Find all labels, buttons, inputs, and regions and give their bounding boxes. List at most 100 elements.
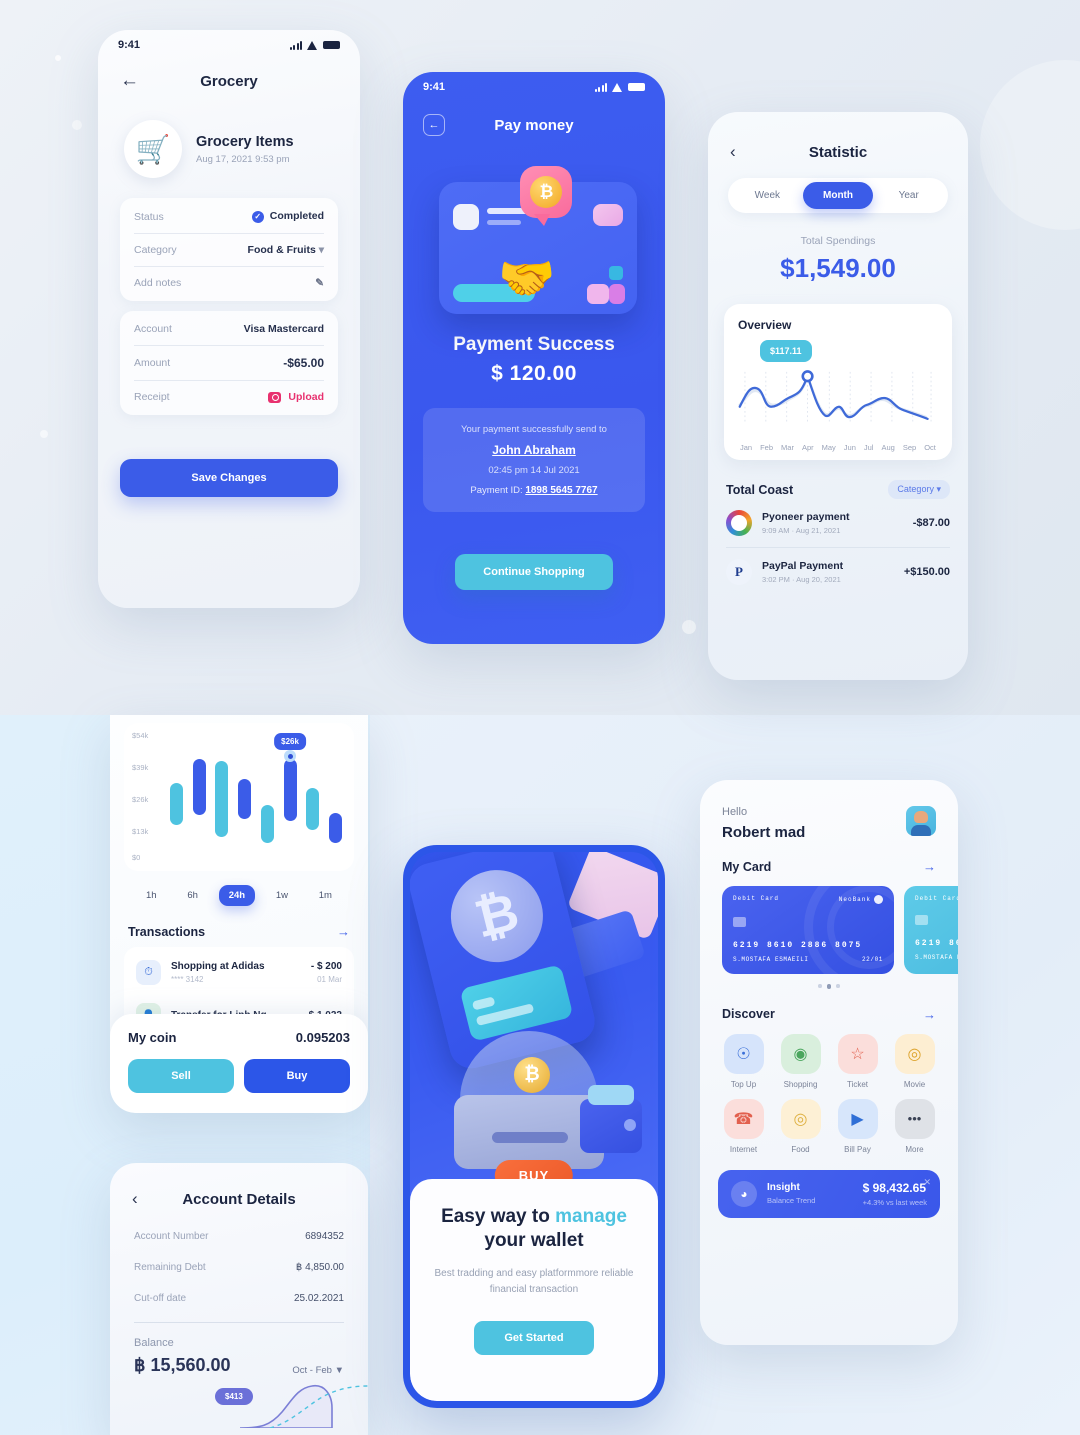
chevron-down-icon: ▾: [318, 244, 324, 256]
chevron-down-icon: ▼: [334, 1365, 344, 1376]
balance-range-selector[interactable]: Oct - Feb ▼: [292, 1365, 344, 1376]
handshake-icon: 🤝: [498, 251, 556, 304]
tab-week[interactable]: Week: [732, 182, 803, 209]
row-category[interactable]: Category Food & Fruits ▾: [134, 234, 324, 267]
camera-icon: [268, 391, 282, 403]
card-number: 6219 8610 2886 8075: [915, 939, 958, 948]
transaction-row-paypal[interactable]: P PayPal Payment 3:02 PM · Aug 20, 2021 …: [726, 548, 950, 596]
discover-item-internet[interactable]: ☎ Internet: [718, 1098, 769, 1154]
discover-label: Ticket: [846, 1079, 869, 1089]
payment-illustration: 🤝 ₿: [421, 164, 647, 314]
list-item[interactable]: ⏱ Shopping at Adidas **** 3142 - $ 200 0…: [136, 951, 342, 994]
transaction-meta: 3:02 PM · Aug 20, 2021: [762, 575, 841, 584]
bar: [306, 788, 320, 830]
home-header: Hello Robert mad: [700, 780, 958, 841]
buy-button[interactable]: Buy: [244, 1059, 350, 1093]
edit-pencil-icon[interactable]: ✎: [315, 277, 324, 289]
page-title: Grocery: [200, 72, 258, 90]
avatar[interactable]: [906, 806, 936, 836]
timeframe-1m[interactable]: 1m: [309, 885, 342, 906]
x-tick: Mar: [781, 443, 794, 452]
discover-item-movie[interactable]: ◎ Movie: [889, 1033, 940, 1089]
discover-item-topup[interactable]: ☉ Top Up: [718, 1033, 769, 1089]
timeframe-24h[interactable]: 24h: [218, 885, 256, 906]
row-label: Receipt: [134, 391, 170, 403]
x-tick: May: [821, 443, 836, 452]
upload-receipt-button[interactable]: Upload: [268, 391, 324, 403]
wallet-illustration: ₿ ₿ BUY: [410, 852, 658, 1197]
arrow-right-icon[interactable]: →: [337, 924, 350, 939]
discover-item-food[interactable]: ◎ Food: [775, 1098, 826, 1154]
discover-item-billpay[interactable]: ▶ Bill Pay: [832, 1098, 883, 1154]
card-chip-icon: [733, 917, 746, 927]
illustration-slot: [492, 1132, 568, 1143]
insight-banner[interactable]: ◕ Insight Balance Trend $ 98,432.65 +4.3…: [718, 1169, 940, 1218]
tab-month[interactable]: Month: [802, 182, 874, 209]
bitcoin-icon: ₿: [441, 860, 553, 972]
status-icons: [289, 40, 340, 50]
wifi-icon: [307, 40, 318, 50]
topup-icon: ☉: [723, 1033, 764, 1074]
timeframe-1w[interactable]: 1w: [266, 885, 298, 906]
save-changes-button[interactable]: Save Changes: [120, 459, 338, 497]
close-icon[interactable]: ✕: [923, 1177, 931, 1188]
wallet-heading-part1: Easy way to: [441, 1206, 556, 1227]
timeframe-selector: 1h 6h 24h 1w 1m: [136, 885, 342, 906]
bar-tooltip: $26k: [274, 733, 306, 750]
discover-label: Movie: [903, 1079, 926, 1089]
transaction-name: Pyoneer payment: [762, 511, 850, 523]
timeframe-6h[interactable]: 6h: [177, 885, 208, 906]
row-label: Category: [134, 244, 177, 256]
discover-title: Discover: [722, 1007, 775, 1021]
y-tick: $54k: [132, 731, 149, 740]
grocery-item-name: Grocery Items: [196, 133, 294, 150]
balance-value: ฿ 15,560.00: [134, 1355, 231, 1375]
row-add-notes[interactable]: Add notes ✎: [134, 267, 324, 299]
discover-item-more[interactable]: ••• More: [889, 1098, 940, 1154]
x-tick: Aug: [881, 443, 895, 452]
discover-item-ticket[interactable]: ☆ Ticket: [832, 1033, 883, 1089]
bar-highlighted[interactable]: $26k: [274, 733, 306, 821]
sell-button[interactable]: Sell: [128, 1059, 234, 1093]
y-tick: $0: [132, 853, 141, 862]
balance-line: ฿ 15,560.00 Oct - Feb ▼: [134, 1355, 344, 1376]
arrow-right-icon[interactable]: →: [923, 859, 936, 874]
arrow-right-icon[interactable]: →: [923, 1007, 936, 1022]
row-value: 6894352: [305, 1231, 344, 1242]
discover-item-shopping[interactable]: ◉ Shopping: [775, 1033, 826, 1089]
tab-year[interactable]: Year: [873, 182, 944, 209]
wallet-heading-accent: manage: [555, 1206, 627, 1227]
row-value: Visa Mastercard: [243, 323, 324, 335]
transactions-header: Transactions →: [128, 924, 350, 939]
my-coin-value: 0.095203: [295, 1030, 350, 1045]
row-cutoff-date: Cut-off date 25.02.2021: [110, 1283, 368, 1314]
payment-amount: $ 120.00: [491, 362, 577, 385]
category-filter-button[interactable]: Category ▾: [888, 480, 950, 499]
bank-card[interactable]: Debit Card 6219 8610 2886 8075 S.MOSTAFA…: [904, 886, 958, 974]
grocery-item-date: Aug 17, 2021 9:53 pm: [196, 153, 290, 165]
row-receipt[interactable]: Receipt Upload: [134, 381, 324, 413]
bill-pay-icon: ▶: [837, 1098, 878, 1139]
phone-screen-wallet-onboarding: ₿ ₿ BUY Easy way to manage your wallet B…: [403, 845, 665, 1408]
card-bottom-row: S.MOSTAFA ESMAEILI: [915, 954, 958, 961]
row-status[interactable]: Status ✓ Completed: [134, 200, 324, 234]
bank-card[interactable]: Debit Card NeoBank 6219 8610 2886 8075 S…: [722, 886, 894, 974]
row-value: ฿ 4,850.00: [295, 1262, 344, 1273]
pie-chart-icon: ◕: [731, 1180, 757, 1207]
card-carousel[interactable]: Debit Card NeoBank 6219 8610 2886 8075 S…: [700, 874, 958, 974]
pay-header: ← Pay money: [403, 102, 665, 142]
transaction-name: Shopping at Adidas: [171, 961, 265, 972]
gold-coin-icon: ₿: [514, 1057, 550, 1093]
transaction-row-payoneer[interactable]: Pyoneer payment 9:09 AM · Aug 21, 2021 -…: [726, 499, 950, 548]
row-label: Cut-off date: [134, 1293, 187, 1304]
chevron-down-icon: ▾: [936, 484, 941, 494]
get-started-button[interactable]: Get Started: [474, 1320, 594, 1355]
grocery-details-card: Status ✓ Completed Category Food & Fruits…: [120, 198, 338, 301]
timeframe-1h[interactable]: 1h: [136, 885, 167, 906]
carousel-dots[interactable]: [700, 984, 958, 989]
illustration-wallet: [580, 1085, 642, 1153]
shopping-cart-icon: 🛒: [124, 120, 182, 178]
payment-info-box: Your payment successfully send to John A…: [423, 408, 645, 512]
status-time: 9:41: [423, 81, 446, 93]
continue-shopping-button[interactable]: Continue Shopping: [455, 554, 613, 590]
